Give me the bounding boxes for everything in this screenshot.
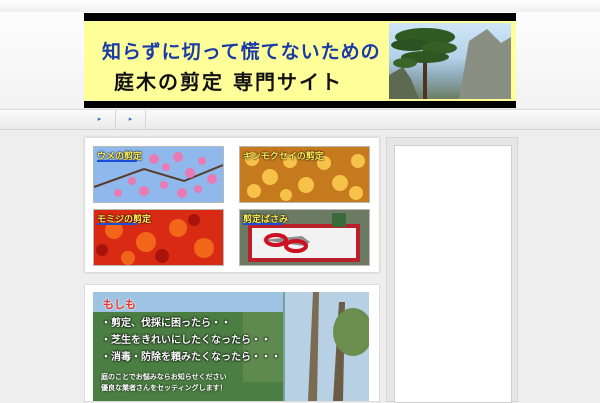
ad-line-3: ・消毒・防除を頼みたくなったら・・・	[101, 352, 281, 363]
sidebar-widget	[394, 145, 512, 403]
site-banner[interactable]: 知らずに切って慌てないための 庭木の剪定 専門サイト	[84, 13, 516, 108]
tile-shears[interactable]: 剪定ばさみ	[239, 209, 370, 266]
nav-item-2[interactable]: ▸	[116, 110, 146, 129]
tile-kinmokusei[interactable]: キンモクセイの剪定	[239, 146, 370, 203]
nav-bar: ▸ ▸	[0, 109, 600, 130]
service-ad-banner[interactable]: もしも ・剪定、伐採に困ったら・・ ・芝生をきれいにしたくなったら・・ ・消毒・…	[93, 292, 369, 401]
tile-underline	[97, 160, 137, 162]
tile-underline	[243, 223, 283, 225]
nav-arrow-icon: ▸	[128, 115, 133, 123]
tile-ume[interactable]: ウメの剪定	[93, 146, 224, 203]
nav-arrow-icon: ▸	[97, 115, 102, 123]
service-ad-panel: もしも ・剪定、伐採に困ったら・・ ・芝生をきれいにしたくなったら・・ ・消毒・…	[84, 284, 380, 402]
tile-label: キンモクセイの剪定	[243, 152, 324, 162]
ad-line-2: ・芝生をきれいにしたくなったら・・	[101, 335, 271, 346]
banner-pine-photo	[389, 23, 511, 99]
ad-footer-line-2: 優良な業者さんをセッティングします！	[101, 384, 227, 392]
pine-tree-illustration	[389, 28, 511, 99]
nav-item-1[interactable]: ▸	[84, 110, 116, 129]
ad-footer-line-1: 庭のことでお悩みならお知らせください	[101, 373, 227, 381]
banner-tagline: 知らずに切って慌てないための	[102, 41, 381, 63]
tile-momiji[interactable]: モミジの剪定	[93, 209, 224, 266]
tile-underline	[97, 223, 137, 225]
ad-heading: もしも	[103, 298, 136, 311]
sidebar	[386, 137, 518, 403]
banner-panel: 知らずに切って慌てないための 庭木の剪定 専門サイト	[84, 21, 516, 101]
ad-line-1: ・剪定、伐採に困ったら・・	[101, 318, 231, 329]
category-tiles-panel: ウメの剪定 キンモクセイの剪定 モミジの剪定 剪定ばさみ	[84, 137, 380, 273]
banner-title: 庭木の剪定 専門サイト	[114, 70, 343, 94]
